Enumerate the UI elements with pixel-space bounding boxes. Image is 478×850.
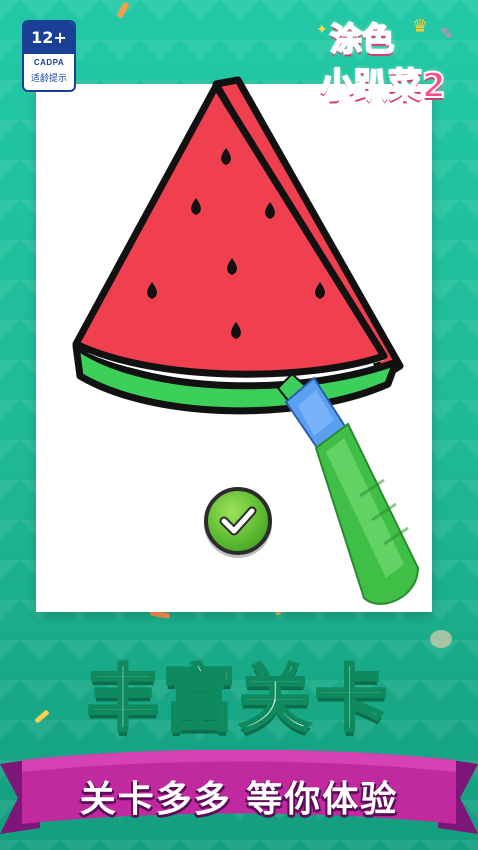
logo-line1: 涂色 <box>329 19 395 59</box>
game-logo: ✦ ♛ ✎ 涂色 小趴菜2 <box>316 14 466 107</box>
pencil-icon: ✎ <box>440 24 454 43</box>
marker-pen-icon <box>276 372 420 605</box>
headline: 丰富关卡 <box>85 656 391 743</box>
ribbon-text: 关卡多多 等你体验 <box>79 779 399 820</box>
check-icon <box>219 506 257 536</box>
confirm-check-button[interactable] <box>204 487 272 555</box>
rating-note: 适龄提示 <box>30 74 67 84</box>
star-icon: ✦ <box>316 22 328 38</box>
age-rating-badge: 12+ CADPA 适龄提示 <box>22 20 76 92</box>
trophy-icon: ♛ <box>412 16 429 37</box>
age-rating: 12+ <box>24 22 74 54</box>
logo-line2: 小趴菜2 <box>319 65 447 107</box>
rating-org: CADPA <box>33 58 65 67</box>
